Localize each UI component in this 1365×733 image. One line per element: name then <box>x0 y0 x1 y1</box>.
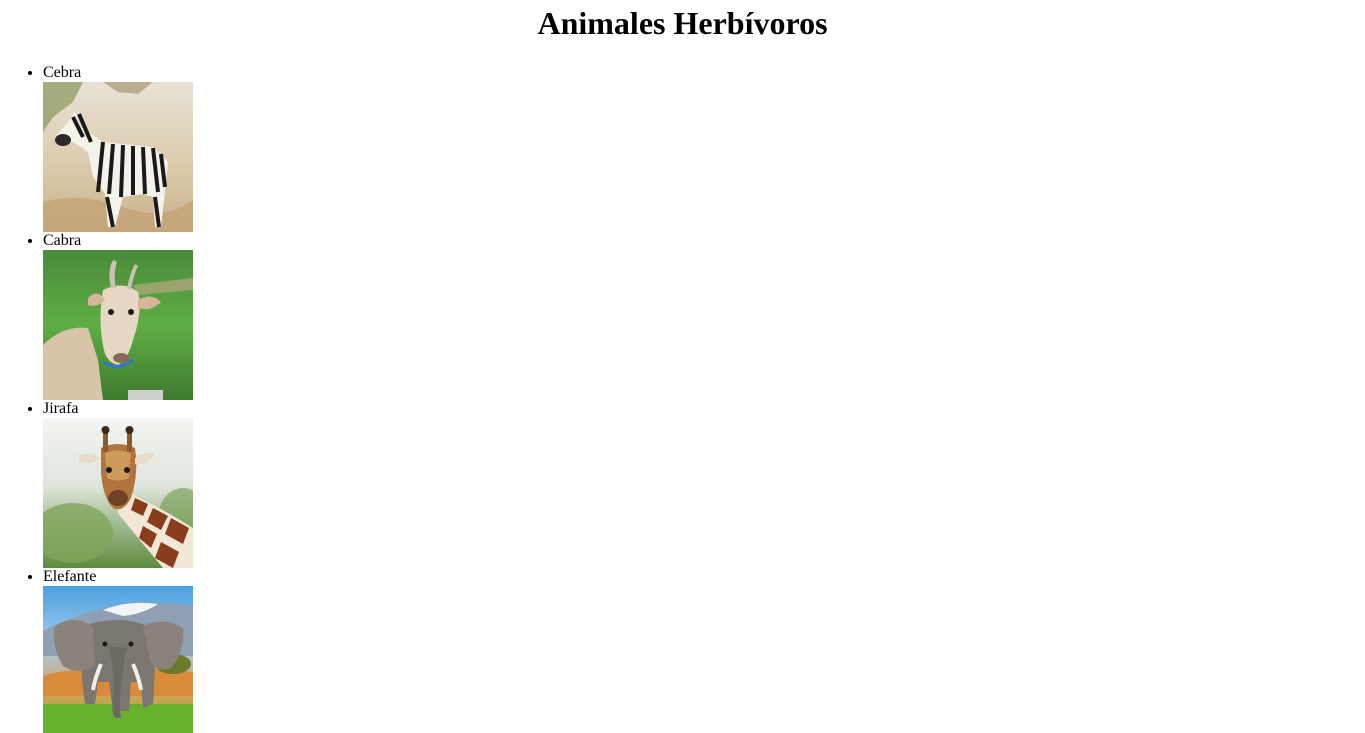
list-item-zebra: Cebra <box>43 64 1365 232</box>
list-item-giraffe: Jirafa <box>43 400 1365 568</box>
list-item-elephant: Elefante <box>43 568 1365 733</box>
animal-name: Elefante <box>43 568 97 585</box>
animal-name: Cabra <box>43 232 82 249</box>
giraffe-photo <box>43 418 193 568</box>
animal-name: Jirafa <box>43 400 79 417</box>
animal-list: Cebra <box>0 64 1365 733</box>
list-item-goat: Cabra <box>43 232 1365 400</box>
goat-photo <box>43 250 193 400</box>
elephant-photo <box>43 586 193 733</box>
page-title: Animales Herbívoros <box>537 5 828 41</box>
animal-name: Cebra <box>43 64 82 81</box>
zebra-photo <box>43 82 193 232</box>
